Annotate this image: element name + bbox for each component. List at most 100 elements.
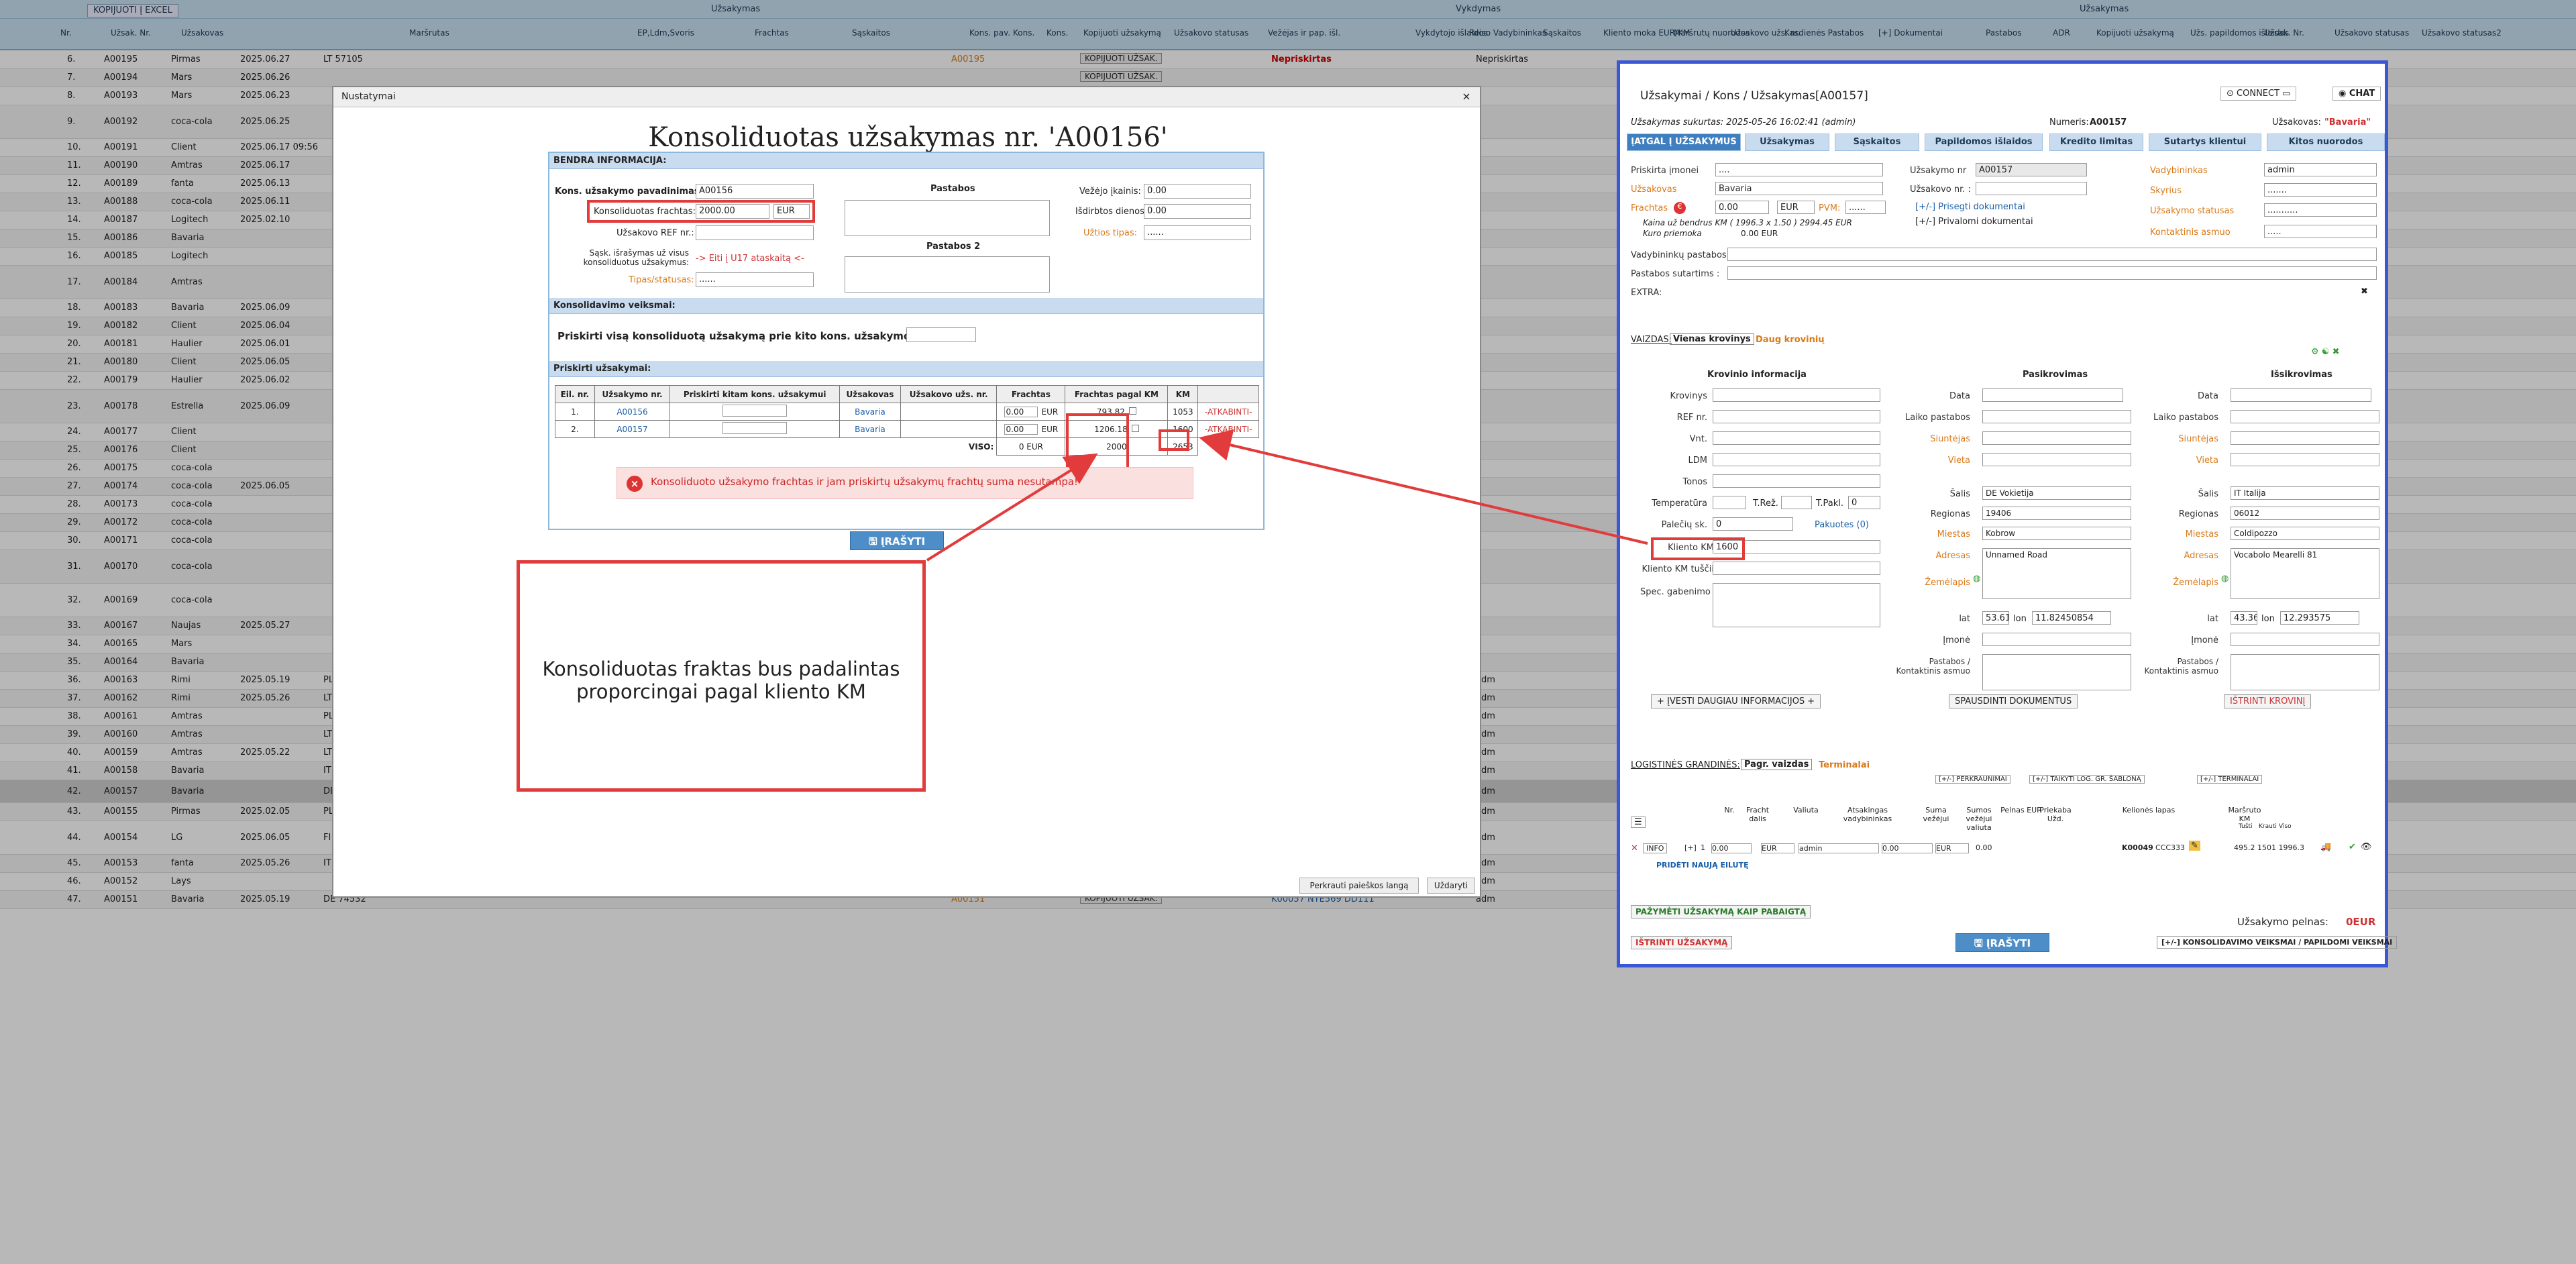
ref-input[interactable] bbox=[696, 225, 814, 240]
trip-sheet-link[interactable]: K00049 bbox=[2122, 843, 2153, 852]
assigned-client-link[interactable]: Bavaria bbox=[839, 420, 901, 438]
unload-field-input[interactable] bbox=[2231, 453, 2379, 466]
unload-field-input[interactable] bbox=[2231, 633, 2379, 646]
managers-notes-input[interactable] bbox=[1727, 248, 2377, 261]
close-button[interactable]: Uždaryti bbox=[1427, 878, 1475, 894]
company-select[interactable]: .... bbox=[1715, 163, 1883, 176]
chains-button[interactable]: Pagr. vaizdas bbox=[1741, 759, 1813, 770]
terminals-label[interactable]: Terminalai bbox=[1819, 760, 1870, 770]
temp-mode-select[interactable] bbox=[1781, 496, 1812, 509]
consol-actions-link[interactable]: [+/-] KONSOLIDAVIMO VEIKSMAI / PAPILDOMI… bbox=[2157, 936, 2398, 949]
load-field-input[interactable]: Unnamed Road bbox=[1982, 548, 2131, 599]
load-field-input[interactable]: Kobrow bbox=[1982, 527, 2131, 540]
packages-link[interactable]: Pakuotes (0) bbox=[1815, 520, 1869, 530]
more-info-button[interactable]: + ĮVESTI DAUGIAU INFORMACIJOS + bbox=[1651, 694, 1821, 708]
cargo-field-input[interactable] bbox=[1713, 431, 1880, 445]
edit-icon[interactable]: ✎ bbox=[2189, 841, 2200, 851]
assigned-client-link[interactable]: Bavaria bbox=[839, 403, 901, 421]
delete-order-button[interactable]: IŠTRINTI UŽSAKYMĄ bbox=[1631, 936, 1733, 949]
name-input[interactable]: A00156 bbox=[696, 184, 814, 199]
load-field-input[interactable] bbox=[1982, 431, 2131, 445]
chain-currency-select[interactable]: EUR bbox=[1761, 843, 1794, 853]
load-field-input[interactable] bbox=[1982, 654, 2131, 690]
currency-select[interactable]: EUR bbox=[1777, 201, 1815, 214]
chat-button[interactable]: ◉ CHAT bbox=[2332, 87, 2381, 101]
cargo-field-input[interactable] bbox=[1713, 410, 1880, 423]
load-field-input[interactable] bbox=[1982, 453, 2131, 466]
attach-docs-link[interactable]: [+/-] Prisegti dokumentai bbox=[1915, 202, 2025, 212]
load-field-input[interactable]: DE Vokietija bbox=[1982, 486, 2131, 500]
chain-info-button[interactable]: INFO bbox=[1643, 843, 1668, 853]
km-freight-checkbox[interactable] bbox=[1131, 424, 1139, 432]
globe-icon[interactable]: ◍ bbox=[1973, 574, 1980, 584]
cargo-field-input[interactable] bbox=[1713, 388, 1880, 402]
unload-field-input[interactable]: 06012 bbox=[2231, 507, 2379, 520]
chain-sum-input[interactable]: 0.00 bbox=[1882, 843, 1933, 853]
notes-textarea[interactable] bbox=[845, 200, 1050, 236]
tpakl-input[interactable]: 0 bbox=[1848, 496, 1880, 509]
vat-select[interactable]: ...... bbox=[1845, 201, 1886, 214]
cargo-field-input[interactable] bbox=[1713, 562, 1880, 575]
freight-info-icon[interactable]: € bbox=[1674, 202, 1686, 214]
chain-link[interactable]: [+/-] TAIKYTI LOG. GR. ŠABLONĄ bbox=[2029, 775, 2145, 784]
carrier-input[interactable]: 0.00 bbox=[1144, 184, 1251, 199]
unload-field-input[interactable]: Vocabolo Mearelli 81 bbox=[2231, 548, 2379, 599]
assigned-order-link[interactable]: A00156 bbox=[594, 403, 671, 421]
load-field-input[interactable] bbox=[1982, 410, 2131, 423]
mark-done-button[interactable]: PAŽYMĖTI UŽSAKYMĄ KAIP PABAIGTĄ bbox=[1631, 905, 1811, 918]
tools-icon[interactable]: ✖ bbox=[2361, 286, 2368, 297]
close-icon[interactable]: × bbox=[1460, 90, 1473, 103]
client-no-input[interactable] bbox=[1976, 182, 2087, 195]
client-field-input[interactable]: Bavaria bbox=[1715, 182, 1883, 195]
view-many-button[interactable]: Daug krovinių bbox=[1756, 335, 1825, 345]
assigned-freight-input[interactable]: 0.00 bbox=[1004, 406, 1038, 417]
reassign-input[interactable] bbox=[722, 405, 788, 417]
detach-link[interactable]: -ATKABINTI- bbox=[1197, 403, 1259, 421]
reassign-input[interactable] bbox=[722, 422, 788, 434]
days-input[interactable]: 0.00 bbox=[1144, 204, 1251, 219]
invoice-link[interactable]: -> Eiti į U17 ataskaitą <- bbox=[696, 254, 804, 264]
print-docs-button[interactable]: SPAUSDINTI DOKUMENTUS bbox=[1949, 694, 2078, 708]
special-conditions-textarea[interactable] bbox=[1713, 583, 1880, 627]
load-field-input[interactable] bbox=[1982, 633, 2131, 646]
load-field-input[interactable] bbox=[1982, 388, 2123, 402]
cargo-field-input[interactable] bbox=[1713, 453, 1880, 466]
chain-link[interactable]: [+/-] PERKRAUNIMAI bbox=[1935, 775, 2010, 784]
globe-icon[interactable]: ◍ bbox=[2221, 574, 2229, 584]
cargo-tools-icon[interactable]: ⚙ ☯ ✖ bbox=[2311, 347, 2339, 357]
view-one-button[interactable]: Vienas krovinys bbox=[1670, 333, 1754, 345]
km-freight-checkbox[interactable] bbox=[1128, 407, 1136, 415]
assigned-freight-input[interactable]: 0.00 bbox=[1004, 423, 1038, 435]
type-select[interactable]: ...... bbox=[696, 272, 814, 287]
temperature-input[interactable] bbox=[1713, 496, 1746, 509]
contract-notes-input[interactable] bbox=[1727, 266, 2377, 280]
order-status-select[interactable]: ........... bbox=[2264, 203, 2377, 217]
panel-save-button[interactable]: 🖫 ĮRAŠYTI bbox=[1955, 933, 2049, 952]
unload-field-input[interactable] bbox=[2231, 410, 2379, 423]
load-lon-input[interactable]: 11.82450854 bbox=[2032, 611, 2111, 625]
delete-cargo-button[interactable]: IŠTRINTI KROVINĮ bbox=[2224, 694, 2312, 708]
load-lat-input[interactable]: 53.61 bbox=[1982, 611, 2009, 625]
chain-link[interactable]: [+/-] TERMINALAI bbox=[2197, 775, 2263, 784]
unload-field-input[interactable] bbox=[2231, 388, 2371, 402]
load-field-input[interactable]: 19406 bbox=[1982, 507, 2131, 520]
tab-4[interactable]: Kredito limitas bbox=[2049, 134, 2143, 151]
menu-icon[interactable]: ☰ bbox=[1631, 817, 1646, 828]
contact-select[interactable]: ..... bbox=[2264, 225, 2377, 238]
unload-field-input[interactable]: Coldipozzo bbox=[2231, 527, 2379, 540]
private-docs-link[interactable]: [+/-] Privalomi dokumentai bbox=[1915, 217, 2033, 227]
unload-field-input[interactable] bbox=[2231, 654, 2379, 690]
chain-manager-select[interactable]: admin bbox=[1799, 843, 1879, 853]
tab-6[interactable]: Kitos nuorodos bbox=[2267, 134, 2385, 151]
assigned-order-link[interactable]: A00157 bbox=[594, 420, 671, 438]
unload-field-input[interactable] bbox=[2231, 431, 2379, 445]
tab-2[interactable]: Sąskaitos bbox=[1835, 134, 1919, 151]
chain-add-link[interactable]: [+] bbox=[1684, 843, 1697, 852]
cargo-field-input[interactable] bbox=[1713, 474, 1880, 488]
tab-3[interactable]: Papildomos išlaidos bbox=[1925, 134, 2043, 151]
breadcrumb[interactable]: Užsakymai / Kons / Užsakymas[A00157] bbox=[1640, 89, 1868, 103]
tab-1[interactable]: Užsakymas bbox=[1745, 134, 1829, 151]
unload-lat-input[interactable]: 43.36 bbox=[2231, 611, 2257, 625]
freight-input[interactable]: 0.00 bbox=[1715, 201, 1769, 214]
chain-sum-currency-select[interactable]: EUR bbox=[1935, 843, 1969, 853]
